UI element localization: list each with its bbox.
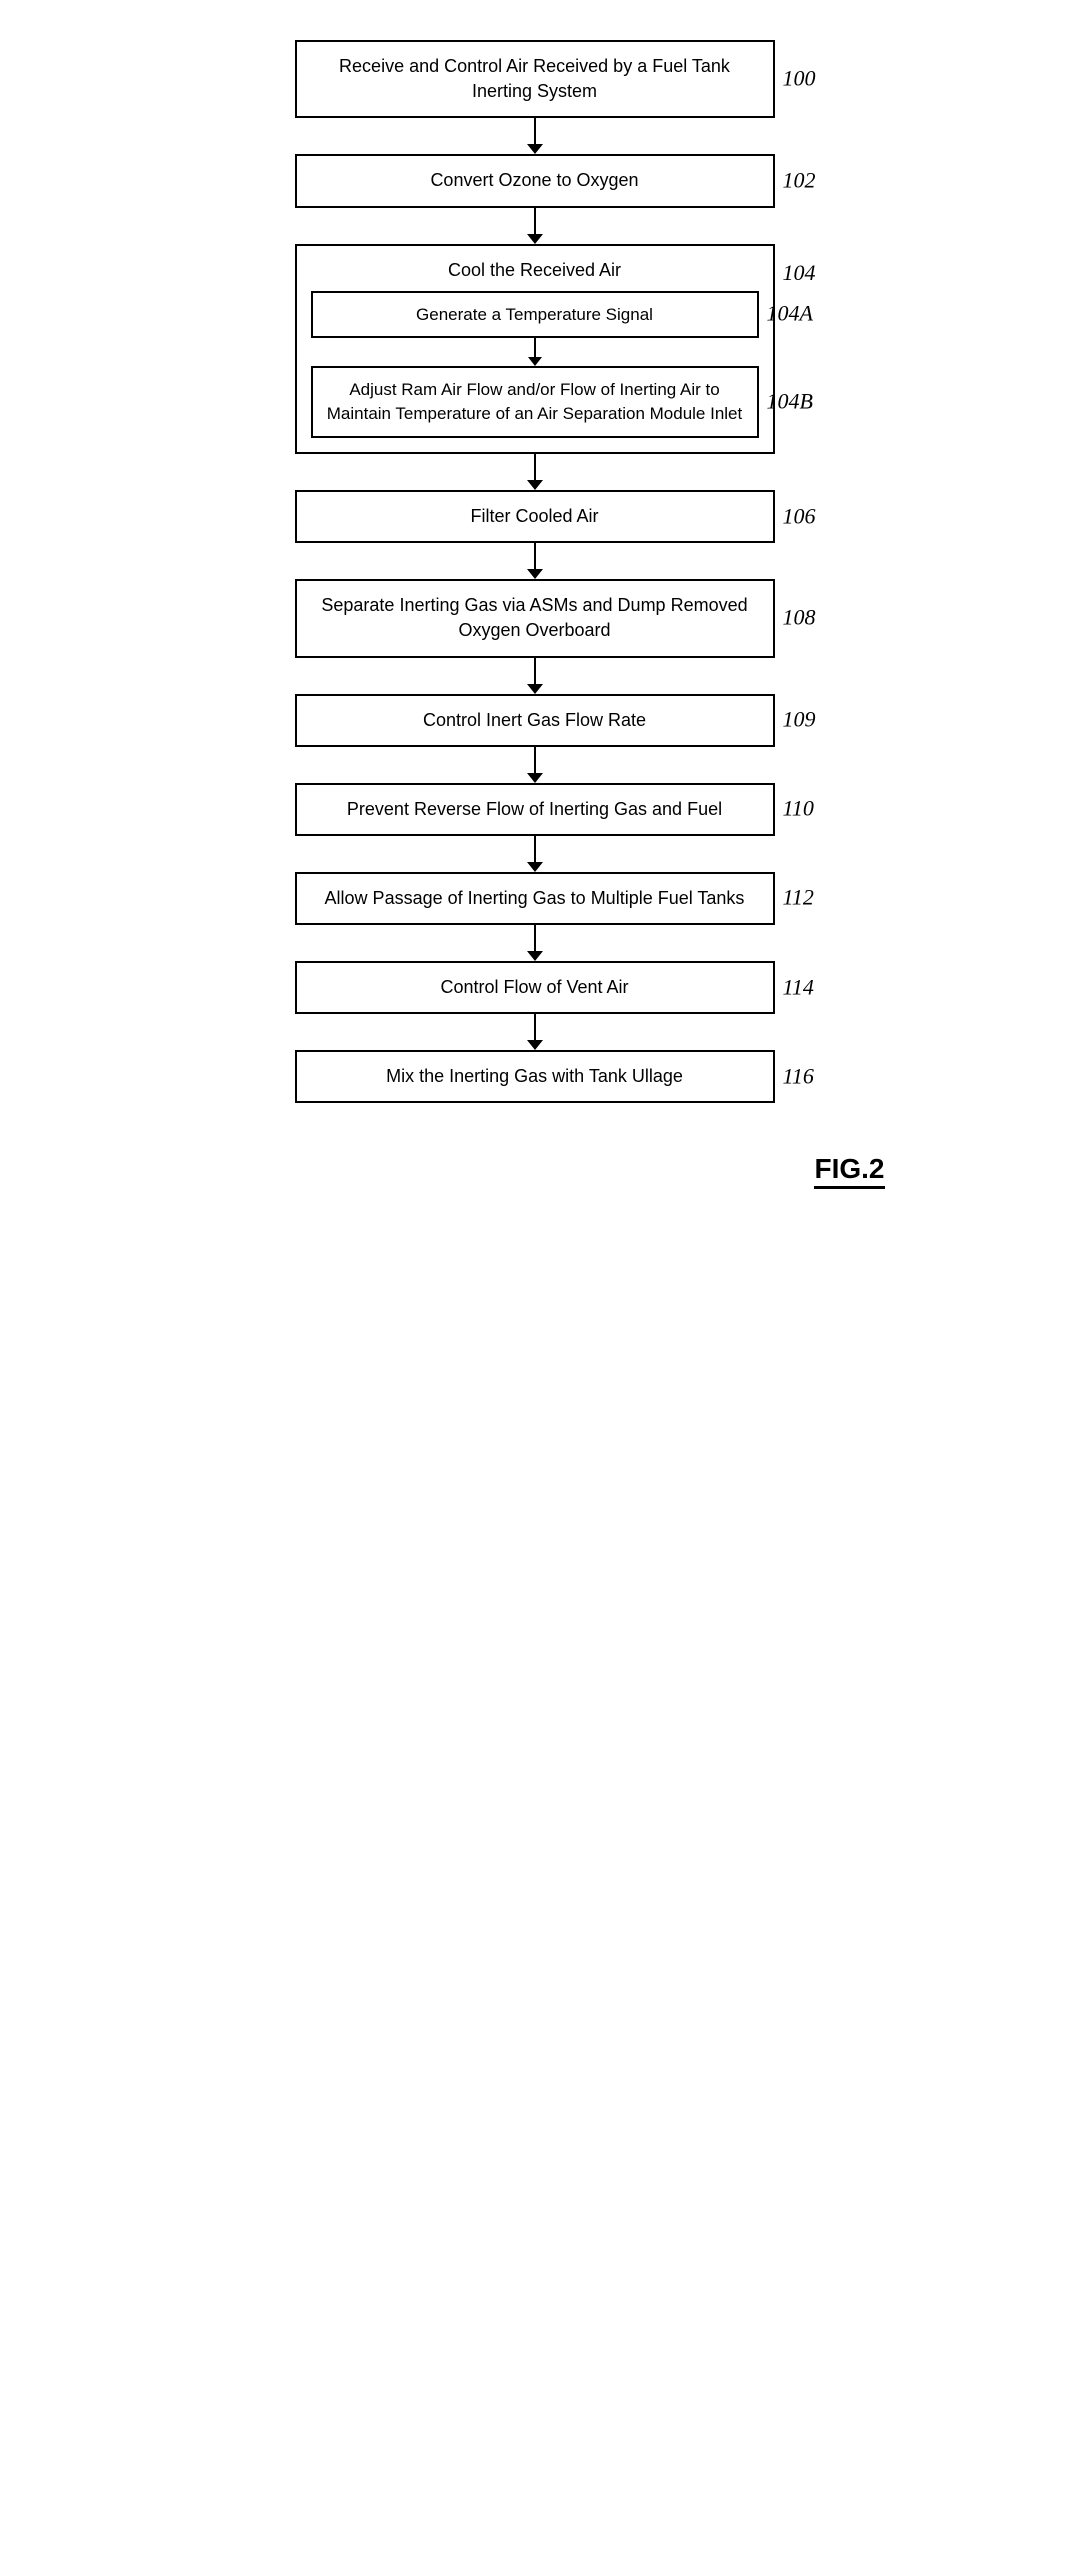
step-104-text: Cool the Received Air bbox=[311, 260, 759, 281]
connector-112-114 bbox=[534, 925, 536, 953]
step-100-box: Receive and Control Air Received by a Fu… bbox=[295, 40, 775, 118]
step-104b-label: 104B bbox=[767, 387, 813, 418]
connector-106-108 bbox=[534, 543, 536, 571]
step-106-text: Filter Cooled Air bbox=[470, 506, 598, 526]
step-109-text: Control Inert Gas Flow Rate bbox=[423, 710, 646, 730]
step-110-label: 110 bbox=[783, 794, 814, 825]
step-102-text: Convert Ozone to Oxygen bbox=[430, 170, 638, 190]
step-116-box: Mix the Inerting Gas with Tank Ullage 11… bbox=[295, 1050, 775, 1103]
step-104b-text: Adjust Ram Air Flow and/or Flow of Inert… bbox=[327, 380, 743, 423]
connector-102-104 bbox=[534, 208, 536, 236]
step-112-box: Allow Passage of Inerting Gas to Multipl… bbox=[295, 872, 775, 925]
step-109-label: 109 bbox=[783, 705, 816, 736]
connector-104-106 bbox=[534, 454, 536, 482]
step-104a-box: Generate a Temperature Signal 104A bbox=[311, 291, 759, 339]
step-112-label: 112 bbox=[783, 883, 814, 914]
connector-114-116 bbox=[534, 1014, 536, 1042]
step-106-box: Filter Cooled Air 106 bbox=[295, 490, 775, 543]
step-106-label: 106 bbox=[783, 501, 816, 532]
step-104a-text: Generate a Temperature Signal bbox=[416, 305, 653, 324]
step-108-label: 108 bbox=[783, 603, 816, 634]
step-116-text: Mix the Inerting Gas with Tank Ullage bbox=[386, 1066, 683, 1086]
step-116-label: 116 bbox=[783, 1061, 814, 1092]
step-102-box: Convert Ozone to Oxygen 102 bbox=[295, 154, 775, 207]
step-110-text: Prevent Reverse Flow of Inerting Gas and… bbox=[347, 799, 722, 819]
step-104-label: 104 bbox=[783, 260, 816, 286]
step-114-box: Control Flow of Vent Air 114 bbox=[295, 961, 775, 1014]
step-104a-label: 104A bbox=[767, 299, 813, 330]
connector-108-109 bbox=[534, 658, 536, 686]
step-104-container: 104 Cool the Received Air Generate a Tem… bbox=[295, 244, 775, 454]
diagram-container: Receive and Control Air Received by a Fu… bbox=[145, 40, 925, 2514]
step-114-label: 114 bbox=[783, 972, 814, 1003]
step-109-box: Control Inert Gas Flow Rate 109 bbox=[295, 694, 775, 747]
step-110-box: Prevent Reverse Flow of Inerting Gas and… bbox=[295, 783, 775, 836]
connector-110-112 bbox=[534, 836, 536, 864]
connector-104a-104b bbox=[534, 338, 536, 358]
step-108-text: Separate Inerting Gas via ASMs and Dump … bbox=[321, 595, 747, 640]
step-104b-box: Adjust Ram Air Flow and/or Flow of Inert… bbox=[311, 366, 759, 438]
step-112-text: Allow Passage of Inerting Gas to Multipl… bbox=[325, 888, 745, 908]
step-108-box: Separate Inerting Gas via ASMs and Dump … bbox=[295, 579, 775, 657]
connector-109-110 bbox=[534, 747, 536, 775]
step-114-text: Control Flow of Vent Air bbox=[440, 977, 628, 997]
figure-label: FIG.2 bbox=[814, 1153, 884, 1185]
step-102-label: 102 bbox=[783, 166, 816, 197]
connector-100-102 bbox=[534, 118, 536, 146]
step-100-label: 100 bbox=[783, 64, 816, 95]
step-100-text: Receive and Control Air Received by a Fu… bbox=[339, 56, 730, 101]
